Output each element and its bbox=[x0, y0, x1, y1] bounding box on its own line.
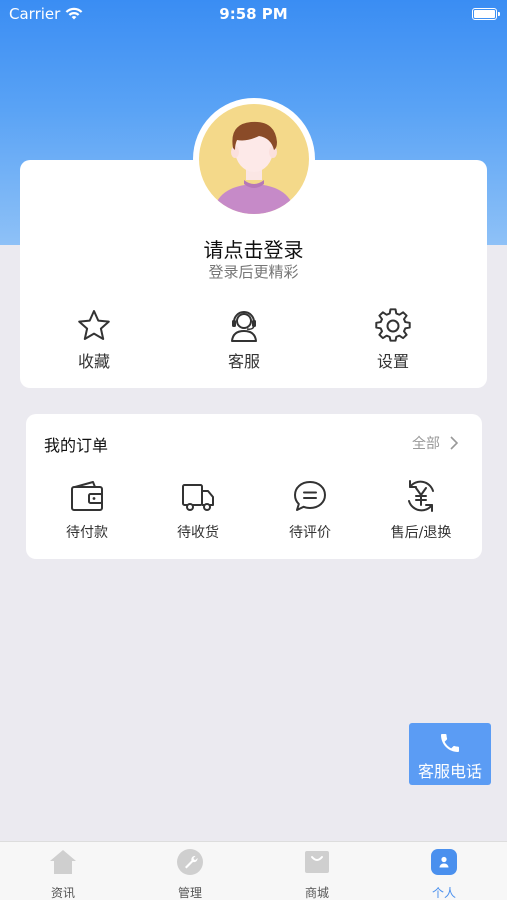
view-all-label: 全部 bbox=[412, 436, 440, 452]
tab-profile[interactable]: 个人 bbox=[404, 848, 484, 900]
pending-receipt-label: 待收货 bbox=[177, 525, 219, 541]
status-bar: Carrier 9:58 PM bbox=[0, 0, 507, 28]
customer-service-label: 客服 bbox=[227, 352, 260, 371]
view-all-orders-link[interactable]: 全部 bbox=[412, 433, 458, 453]
battery-icon bbox=[472, 8, 500, 20]
tab-news-label: 资讯 bbox=[50, 886, 75, 900]
truck-icon bbox=[182, 484, 214, 511]
shop-icon bbox=[305, 851, 329, 873]
tab-shop-label: 商城 bbox=[304, 886, 329, 900]
orders-card: 我的订单 全部 待付款 待收货 待评价 售后/退换 bbox=[26, 414, 482, 559]
avatar[interactable] bbox=[193, 98, 315, 220]
tab-manage[interactable]: 管理 bbox=[150, 848, 230, 900]
pending-payment-label: 待付款 bbox=[66, 525, 108, 541]
settings-button[interactable]: 设置 bbox=[343, 308, 443, 374]
order-pending-receipt[interactable]: 待收货 bbox=[148, 478, 248, 542]
tab-profile-label: 个人 bbox=[431, 886, 456, 900]
wallet-icon bbox=[71, 481, 103, 511]
order-pending-payment[interactable]: 待付款 bbox=[37, 478, 137, 542]
phone-icon bbox=[441, 734, 459, 752]
person-icon bbox=[431, 849, 457, 875]
comment-icon bbox=[294, 481, 326, 511]
tab-bar: 资讯 管理 商城 个人 bbox=[0, 841, 507, 900]
tab-shop[interactable]: 商城 bbox=[277, 848, 357, 900]
after-sales-label: 售后/退换 bbox=[390, 525, 452, 541]
user-avatar-icon bbox=[199, 104, 309, 214]
settings-label: 设置 bbox=[376, 352, 409, 371]
tab-news[interactable]: 资讯 bbox=[23, 848, 103, 900]
wrench-icon bbox=[177, 849, 203, 875]
star-icon bbox=[78, 310, 110, 340]
headset-icon bbox=[231, 311, 257, 342]
login-subtitle: 登录后更精彩 bbox=[208, 263, 299, 281]
service-hotline-button[interactable]: 客服电话 bbox=[409, 723, 491, 785]
favorites-button[interactable]: 收藏 bbox=[44, 308, 144, 374]
login-prompt[interactable]: 请点击登录 bbox=[20, 234, 487, 263]
customer-service-button[interactable]: 客服 bbox=[194, 308, 294, 374]
service-hotline-label: 客服电话 bbox=[417, 762, 482, 781]
order-after-sales[interactable]: 售后/退换 bbox=[371, 478, 471, 542]
yen-refresh-icon bbox=[408, 480, 434, 512]
orders-title: 我的订单 bbox=[44, 436, 109, 455]
clock: 9:58 PM bbox=[219, 5, 288, 23]
gear-icon bbox=[375, 308, 411, 342]
home-icon bbox=[50, 850, 76, 874]
chevron-right-icon bbox=[450, 436, 458, 450]
order-pending-review[interactable]: 待评价 bbox=[260, 478, 360, 542]
pending-review-label: 待评价 bbox=[289, 525, 331, 541]
favorites-label: 收藏 bbox=[77, 352, 110, 371]
tab-manage-label: 管理 bbox=[177, 886, 202, 900]
